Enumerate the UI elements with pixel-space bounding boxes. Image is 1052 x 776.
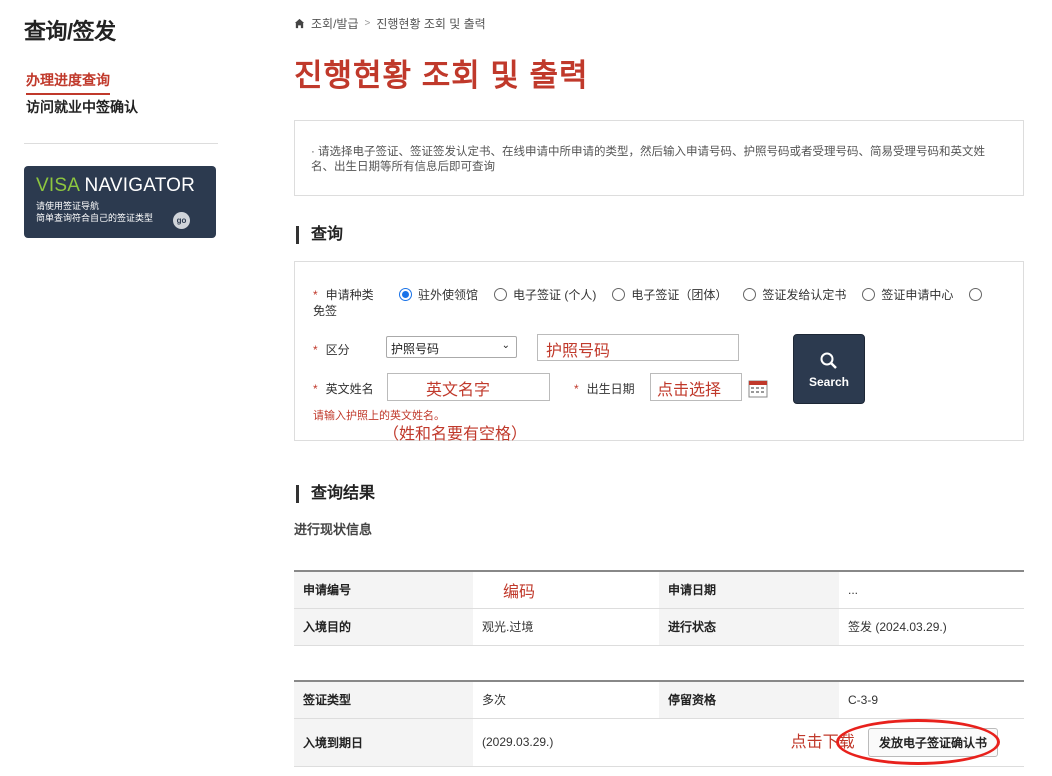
breadcrumb: 조회/발급 > 진행현황 조회 및 출력 <box>294 15 486 32</box>
radio-button[interactable] <box>399 288 412 301</box>
table-header-cell: 进行状态 <box>659 608 839 646</box>
birth-date-input[interactable]: 点击选择 <box>650 373 742 401</box>
breadcrumb-separator: > <box>364 18 371 29</box>
breadcrumb-home[interactable]: 조회/발급 <box>311 15 359 32</box>
radio-button[interactable] <box>612 288 626 301</box>
english-name-label: * 英文姓名 <box>313 382 374 396</box>
application-type-radios: 驻外使领馆 电子签证 (个人) 电子签证（团体） 签证发给认定书 签证申请中心 <box>399 286 1004 303</box>
division-select[interactable]: 护照号码 ⌄ <box>386 336 517 358</box>
name-space-annotation: （姓和名要有空格） <box>383 424 528 443</box>
search-icon <box>820 352 837 369</box>
radio-option-embassy[interactable]: 驻外使领馆 <box>399 286 478 303</box>
radio-option-issuance-cert[interactable]: 签证发给认定书 <box>743 286 846 303</box>
division-label: * 区分 <box>313 343 350 357</box>
table-header-cell: 申请编号 <box>294 571 473 609</box>
table-header-cell: 入境目的 <box>294 608 473 646</box>
entry-expiry-value: (2029.03.29.) <box>473 718 659 767</box>
table-row: 签证类型 多次 停留资格 C-3-9 <box>294 681 1024 719</box>
radio-button[interactable] <box>862 288 876 301</box>
breadcrumb-current: 진행현황 조회 및 출력 <box>376 17 486 31</box>
home-icon[interactable] <box>294 18 305 29</box>
go-button[interactable]: go <box>173 212 190 229</box>
sidebar-item-employment-confirm[interactable]: 访问就业中签确认 <box>26 97 138 117</box>
result-heading: 查询结果 <box>296 485 375 503</box>
chevron-down-icon: ⌄ <box>501 340 510 351</box>
passport-number-input[interactable]: 护照号码 <box>537 334 739 361</box>
table-row: 入境目的 观光.过境 进行状态 签发 (2024.03.29.) <box>294 608 1024 646</box>
download-evisa-button[interactable]: 发放电子签证确认书 <box>867 727 998 757</box>
table-header-cell: 签证类型 <box>294 681 473 719</box>
result-table-2: 签证类型 多次 停留资格 C-3-9 入境到期日 (2029.03.29.) 点… <box>294 680 1024 767</box>
sidebar-item-progress-query[interactable]: 办理进度查询 <box>26 70 110 95</box>
required-mark: * <box>313 288 318 302</box>
sidebar-title: 查询/签发 <box>24 19 116 44</box>
birth-date-label: * 出生日期 <box>574 382 635 396</box>
table-header-cell: 入境到期日 <box>294 718 473 767</box>
table-header-cell: 停留资格 <box>659 681 839 719</box>
english-name-input[interactable]: 英文名字 <box>387 373 550 401</box>
radio-button[interactable] <box>969 288 983 301</box>
progress-info-heading: 进行现状信息 <box>294 522 373 537</box>
visa-navigator-logo: VISA NAVIGATOR <box>36 175 196 196</box>
sidebar-divider <box>24 143 218 144</box>
radio-option-visa-exempt[interactable] <box>969 288 988 301</box>
radio-option-evisa-personal[interactable]: 电子签证 (个人) <box>494 286 596 303</box>
stay-status-value: C-3-9 <box>839 681 1024 719</box>
application-number-value: 编码 <box>473 571 659 609</box>
table-header-cell: 申请日期 <box>659 571 839 609</box>
table-row: 申请编号 编码 申请日期 ... <box>294 571 1024 609</box>
result-table-1: 申请编号 编码 申请日期 ... 入境目的 观光.过境 进行状态 签发 (202… <box>294 570 1024 646</box>
radio-button[interactable] <box>494 288 508 301</box>
download-cell: 点击下载 发放电子签证确认书 <box>659 718 1024 767</box>
page-title: 진행현황 조회 및 출력 <box>294 58 589 93</box>
query-form: * 申请种类 免签 驻外使领馆 电子签证 (个人) 电子签证（团体） 签证发给认定… <box>294 261 1024 443</box>
table-row: 入境到期日 (2029.03.29.) 点击下载 发放电子签证确认书 <box>294 718 1024 767</box>
search-label: Search <box>808 375 850 389</box>
radio-option-application-center[interactable]: 签证申请中心 <box>862 286 953 303</box>
application-date-value: ... <box>839 571 1024 609</box>
search-button[interactable]: Search <box>793 334 865 404</box>
visa-type-value: 多次 <box>473 681 659 719</box>
query-heading: 查询 <box>296 226 343 244</box>
application-type-label: * 申请种类 <box>313 288 374 302</box>
visa-navigator-banner[interactable]: VISA NAVIGATOR 请使用签证导航 简单查询符合自己的签证类型 go <box>24 166 216 238</box>
calendar-icon[interactable] <box>748 378 768 398</box>
download-annotation: 点击下载 <box>790 731 855 751</box>
visa-exempt-label: 免签 <box>313 304 338 318</box>
entry-purpose-value: 观光.过境 <box>473 608 659 646</box>
radio-option-evisa-group[interactable]: 电子签证（团体） <box>612 286 727 303</box>
progress-status-value: 签发 (2024.03.29.) <box>839 608 1024 646</box>
notice-box: · 请选择电子签证、签证签发认定书、在线申请中所申请的类型，然后输入申请号码、护… <box>294 120 1024 196</box>
radio-button[interactable] <box>743 288 757 301</box>
